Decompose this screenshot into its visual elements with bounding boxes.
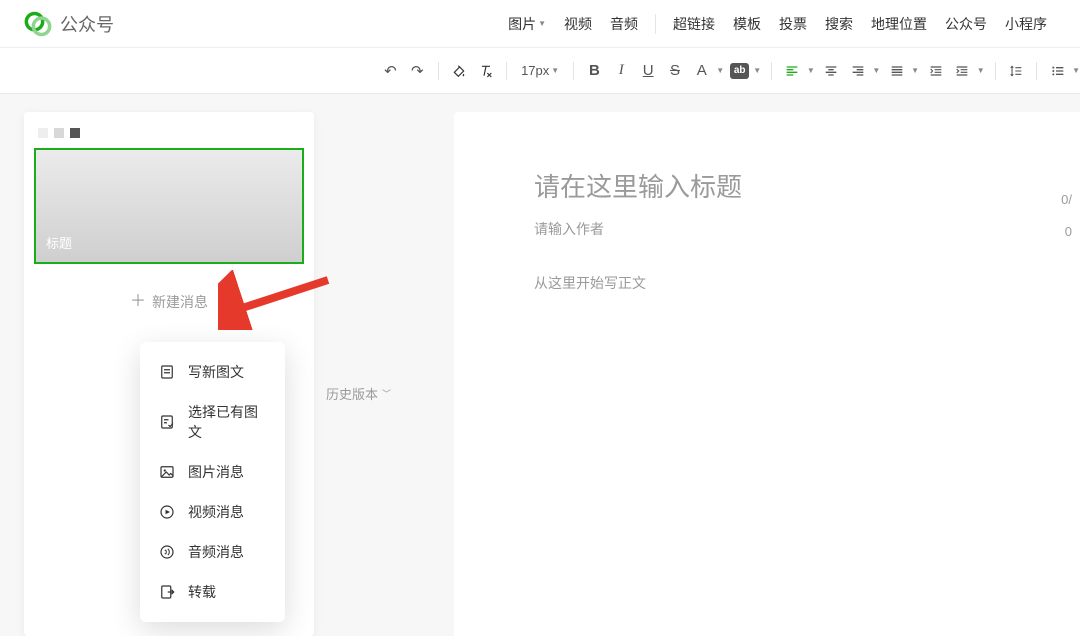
wechat-logo-icon (24, 10, 52, 38)
menu-item-audio-message[interactable]: 音频消息 (140, 532, 285, 572)
insert-image-tab[interactable]: 图片 ▼ (499, 0, 555, 48)
divider (506, 62, 507, 80)
chevron-down-icon: ▼ (753, 66, 761, 75)
menu-item-write-article[interactable]: 写新图文 (140, 352, 285, 392)
plus-icon: ＋ (130, 294, 146, 310)
chevron-down-icon: ▼ (872, 66, 880, 75)
main-area: 标题 ＋ 新建消息 历史版本 ﹀ 写新图文 选择已有图文 图片消息 视频消息 (0, 94, 1080, 636)
align-justify-button[interactable] (886, 59, 907, 83)
chevron-down-icon: ▼ (807, 66, 815, 75)
audio-icon (158, 543, 176, 561)
strikethrough-button[interactable]: S (665, 59, 686, 83)
indent-decrease-button[interactable] (925, 59, 946, 83)
italic-button[interactable]: I (611, 59, 632, 83)
author-input[interactable] (534, 221, 1025, 237)
repost-icon (158, 583, 176, 601)
menu-item-video-message[interactable]: 视频消息 (140, 492, 285, 532)
align-center-button[interactable] (821, 59, 842, 83)
divider (771, 62, 772, 80)
highlight-color-button[interactable]: ab (730, 63, 749, 79)
video-icon (158, 503, 176, 521)
image-icon (158, 463, 176, 481)
undo-button[interactable]: ↶ (380, 59, 401, 83)
font-size-select[interactable]: 17px ▼ (517, 63, 563, 78)
title-counter: 0/ (1061, 192, 1072, 207)
app-logo: 公众号 (24, 10, 114, 38)
menu-item-image-message[interactable]: 图片消息 (140, 452, 285, 492)
thumbnail-title-label: 标题 (46, 233, 72, 252)
card-status-dots (34, 122, 304, 148)
insert-official-account-tab[interactable]: 公众号 (936, 0, 996, 48)
menu-item-repost[interactable]: 转载 (140, 572, 285, 612)
document-check-icon (158, 413, 176, 431)
article-thumbnail[interactable]: 标题 (34, 148, 304, 264)
editor-toolbar: ↶ ↷ 17px ▼ B I U S A ▼ ab ▼ ▼ ▼ ▼ ▼ ▼ (0, 48, 1080, 94)
body-placeholder[interactable]: 从这里开始写正文 (534, 273, 1080, 293)
underline-button[interactable]: U (638, 59, 659, 83)
indent-increase-button[interactable] (952, 59, 973, 83)
new-message-dropdown: 写新图文 选择已有图文 图片消息 视频消息 音频消息 转载 (140, 342, 285, 622)
insert-search-tab[interactable]: 搜索 (816, 0, 862, 48)
line-height-button[interactable] (1006, 59, 1027, 83)
app-header: 公众号 图片 ▼ 视频 音频 超链接 模板 投票 搜索 地理位置 公众号 小程序 (0, 0, 1080, 48)
insert-audio-tab[interactable]: 音频 (601, 0, 647, 48)
align-left-button[interactable] (782, 59, 803, 83)
app-name: 公众号 (60, 11, 114, 37)
header-insert-tabs: 图片 ▼ 视频 音频 超链接 模板 投票 搜索 地理位置 公众号 小程序 (499, 0, 1056, 48)
insert-hyperlink-tab[interactable]: 超链接 (664, 0, 724, 48)
chevron-down-icon: ▼ (1072, 66, 1080, 75)
author-counter: 0 (1065, 224, 1072, 239)
align-right-button[interactable] (848, 59, 869, 83)
history-versions-link[interactable]: 历史版本 ﹀ (326, 384, 391, 403)
divider (995, 62, 996, 80)
bullet-list-button[interactable] (1047, 59, 1068, 83)
editor-pane: 从这里开始写正文 0/ 0 (454, 112, 1080, 636)
insert-template-tab[interactable]: 模板 (724, 0, 770, 48)
new-message-label: 新建消息 (152, 292, 208, 312)
divider (438, 62, 439, 80)
chevron-down-icon: ﹀ (382, 387, 391, 400)
title-input[interactable] (534, 172, 1025, 203)
insert-video-tab[interactable]: 视频 (555, 0, 601, 48)
redo-button[interactable]: ↷ (407, 59, 428, 83)
chevron-down-icon: ▼ (716, 66, 724, 75)
insert-miniprogram-tab[interactable]: 小程序 (996, 0, 1056, 48)
menu-item-select-existing[interactable]: 选择已有图文 (140, 392, 285, 452)
new-message-button[interactable]: ＋ 新建消息 (34, 292, 304, 312)
chevron-down-icon: ▼ (977, 66, 985, 75)
insert-location-tab[interactable]: 地理位置 (862, 0, 936, 48)
document-icon (158, 363, 176, 381)
insert-poll-tab[interactable]: 投票 (770, 0, 816, 48)
chevron-down-icon: ▼ (911, 66, 919, 75)
divider (573, 62, 574, 80)
font-color-button[interactable]: A (691, 59, 712, 83)
chevron-down-icon: ▼ (538, 0, 546, 48)
divider (1036, 62, 1037, 80)
bold-button[interactable]: B (584, 59, 605, 83)
divider (655, 14, 656, 34)
chevron-down-icon: ▼ (551, 66, 559, 75)
paint-bucket-button[interactable] (449, 59, 470, 83)
clear-format-button[interactable] (475, 59, 496, 83)
